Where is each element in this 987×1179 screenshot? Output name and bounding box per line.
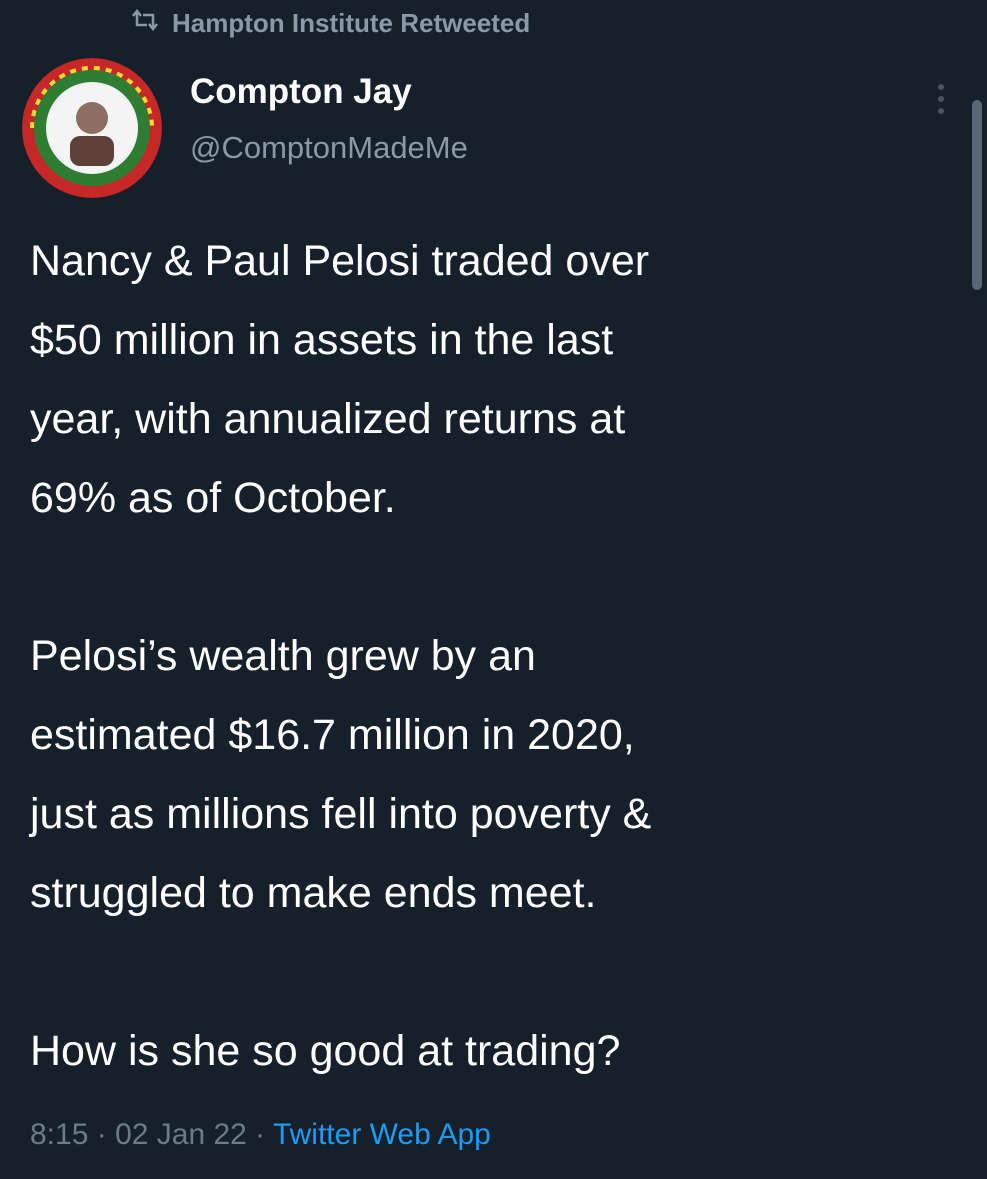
meta-separator: · (246, 1118, 273, 1151)
tweet-line: Nancy & Paul Pelosi traded over (30, 237, 650, 285)
tweet-line: $50 million in assets in the last (30, 316, 614, 364)
scrollbar[interactable] (972, 100, 982, 290)
tweet-paragraph: Nancy & Paul Pelosi traded over $50 mill… (30, 222, 970, 538)
tweet-line: struggled to make ends meet. (30, 869, 597, 917)
author-block[interactable]: Compton Jay @ComptonMadeMe (190, 72, 468, 166)
retweet-indicator[interactable]: Hampton Institute Retweeted (130, 8, 530, 39)
more-dot-icon (938, 84, 944, 90)
more-dot-icon (938, 96, 944, 102)
tweet-paragraph: How is she so good at trading? (30, 1012, 970, 1091)
tweet-line: year, with annualized returns at (30, 395, 626, 443)
tweet-line: How is she so good at trading? (30, 1027, 621, 1075)
tweet-line: 69% as of October. (30, 474, 396, 522)
more-dot-icon (938, 108, 944, 114)
avatar[interactable] (22, 58, 162, 198)
author-display-name[interactable]: Compton Jay (190, 72, 468, 112)
tweet-source-link[interactable]: Twitter Web App (273, 1118, 491, 1151)
tweet-date[interactable]: 02 Jan 22 (115, 1118, 247, 1151)
retweet-label: Hampton Institute Retweeted (172, 8, 531, 38)
more-options-button[interactable] (926, 74, 956, 124)
tweet-meta: 8:15 · 02 Jan 22 · Twitter Web App (30, 1118, 491, 1152)
meta-separator: · (88, 1118, 116, 1151)
author-handle[interactable]: @ComptonMadeMe (190, 130, 468, 166)
tweet-paragraph: Pelosi’s wealth grew by an estimated $16… (30, 617, 970, 933)
tweet-line: just as millions fell into poverty & (30, 790, 652, 838)
tweet-line: estimated $16.7 million in 2020, (30, 711, 635, 759)
retweet-icon (130, 8, 160, 39)
avatar-seal-image (22, 58, 162, 198)
tweet-text: Nancy & Paul Pelosi traded over $50 mill… (30, 222, 970, 1091)
tweet-time[interactable]: 8:15 (30, 1118, 88, 1151)
tweet-line: Pelosi’s wealth grew by an (30, 632, 536, 680)
